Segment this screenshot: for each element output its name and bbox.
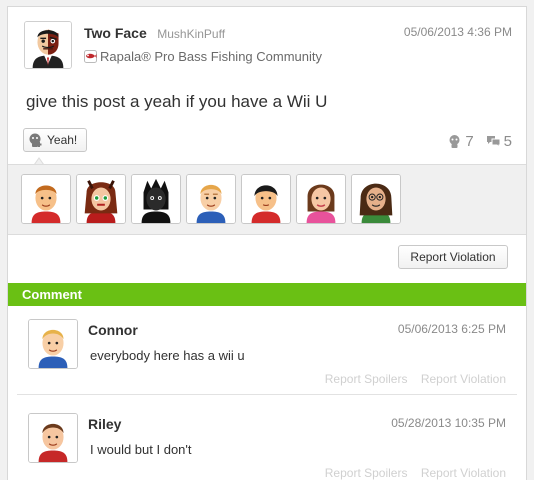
empathy-count-value: 7 [465, 133, 474, 150]
yeah-mii-avatar[interactable] [76, 174, 126, 224]
rapala-community-icon [84, 50, 97, 63]
comment-bubbles-icon [486, 136, 501, 149]
comment-actions: Report Spoilers Report Violation [315, 466, 506, 480]
empathy-count[interactable]: 7 [447, 133, 474, 150]
post-timestamp: 05/06/2013 4:36 PM [403, 25, 512, 39]
comment-author-name[interactable]: Riley [88, 416, 121, 432]
comments-section-header: Comment [8, 283, 526, 306]
post-body-text: give this post a yeah if you have a Wii … [26, 92, 328, 111]
post-author-id: MushKinPuff [157, 27, 226, 41]
report-violation-button[interactable]: Report Violation [398, 245, 508, 269]
comment-item: Connor 05/06/2013 6:25 PM everybody here… [8, 306, 526, 394]
post-author-avatar[interactable] [24, 21, 72, 69]
comment-author-avatar[interactable] [28, 319, 78, 369]
comment-item: Riley 05/28/2013 10:35 PM I would but I … [17, 394, 517, 480]
yeah-mii-avatar[interactable] [21, 174, 71, 224]
report-spoilers-link[interactable]: Report Spoilers [325, 372, 408, 386]
empathy-icon [449, 135, 460, 148]
yeah-button[interactable]: Yeah! [23, 128, 87, 152]
yeah-mii-avatar[interactable] [296, 174, 346, 224]
comment-timestamp: 05/28/2013 10:35 PM [391, 416, 506, 430]
comment-count-value: 5 [503, 133, 512, 150]
yeah-mii-avatar[interactable] [241, 174, 291, 224]
comment-text: I would but I don't [90, 442, 192, 457]
yeah-mii-avatar[interactable] [186, 174, 236, 224]
comment-author-name[interactable]: Connor [88, 322, 138, 338]
post-community[interactable]: Rapala® Pro Bass Fishing Community [84, 49, 322, 64]
yeah-mii-avatar[interactable] [351, 174, 401, 224]
comment-count[interactable]: 5 [486, 133, 512, 150]
yeah-mii-strip [8, 164, 526, 235]
report-spoilers-link[interactable]: Report Spoilers [325, 466, 408, 480]
post-counts: 7 5 [435, 133, 512, 150]
report-violation-link[interactable]: Report Violation [421, 372, 506, 386]
comment-timestamp: 05/06/2013 6:25 PM [397, 322, 506, 336]
post-author: Two Face MushKinPuff [84, 25, 225, 43]
comment-actions: Report Spoilers Report Violation [315, 372, 506, 386]
yeah-icon [29, 133, 42, 147]
post-community-name[interactable]: Rapala® Pro Bass Fishing Community [100, 49, 322, 64]
yeah-button-label: Yeah! [47, 133, 78, 147]
yeah-mii-avatar[interactable] [131, 174, 181, 224]
comment-author-avatar[interactable] [28, 413, 78, 463]
report-violation-link[interactable]: Report Violation [421, 466, 506, 480]
post-card: Two Face MushKinPuff Rapala® Pro Bass Fi… [7, 6, 527, 480]
post-author-name[interactable]: Two Face [84, 25, 147, 41]
comment-text: everybody here has a wii u [90, 348, 245, 363]
